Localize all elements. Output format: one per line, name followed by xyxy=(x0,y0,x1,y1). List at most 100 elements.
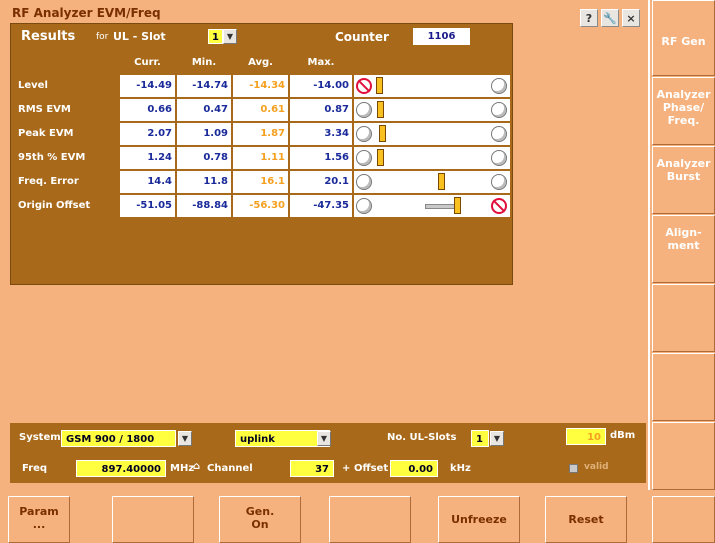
limit-ok-icon xyxy=(491,126,507,142)
results-header: Results for UL - Slot 1 ▼ Counter 1106 xyxy=(11,24,512,50)
value-cell-min: 1.09 xyxy=(177,123,231,145)
column-header: Min. xyxy=(177,53,231,73)
current-value-marker xyxy=(376,77,384,94)
sidebar-button-analyzer-burst[interactable]: Analyzer Burst xyxy=(652,146,715,214)
limit-ok-icon xyxy=(491,150,507,166)
gen-on-softkey[interactable]: Gen. On xyxy=(219,496,301,543)
chevron-down-icon[interactable]: ▼ xyxy=(317,431,331,446)
limit-ok-icon xyxy=(491,174,507,190)
value-cell-avg: 0.61 xyxy=(233,99,288,121)
current-value-marker xyxy=(437,173,445,190)
limit-ok-icon xyxy=(356,126,372,142)
softkey-empty-1[interactable] xyxy=(112,496,194,543)
channel-input[interactable]: 37 xyxy=(290,460,334,477)
limit-ok-icon xyxy=(491,78,507,94)
offset-input[interactable]: 0.00 xyxy=(390,460,438,477)
reset-softkey[interactable]: Reset xyxy=(545,496,627,543)
chevron-down-icon[interactable]: ▼ xyxy=(178,431,192,446)
value-cell-curr: 2.07 xyxy=(120,123,175,145)
close-icon[interactable]: × xyxy=(622,9,640,27)
tolerance-bar xyxy=(354,99,510,121)
value-cell-curr: -14.49 xyxy=(120,75,175,97)
softkey-empty-3[interactable] xyxy=(652,496,715,543)
ul-slots-label: No. UL-Slots xyxy=(387,432,457,443)
value-cell-avg: -56.30 xyxy=(233,195,288,217)
value-cell-max: -14.00 xyxy=(290,75,352,97)
lock-icon[interactable]: ⌂ xyxy=(193,461,200,472)
value-cell-max: -47.35 xyxy=(290,195,352,217)
limit-exceeded-icon xyxy=(491,198,507,214)
bottom-softkey-bar: Param ... Gen. On Unfreeze Reset xyxy=(0,493,715,543)
tolerance-bar xyxy=(354,75,510,97)
unfreeze-softkey[interactable]: Unfreeze xyxy=(438,496,520,543)
value-cell-max: 3.34 xyxy=(290,123,352,145)
tolerance-bar xyxy=(354,171,510,193)
value-cell-min: 11.8 xyxy=(177,171,231,193)
system-label: System xyxy=(19,432,61,443)
ul-slots-select[interactable]: 1 xyxy=(471,430,489,447)
min-max-range xyxy=(425,204,458,209)
freq-label: Freq xyxy=(22,463,48,474)
ul-slot-label: UL - Slot xyxy=(113,30,166,43)
ul-slot-value[interactable]: 1 xyxy=(208,29,223,44)
valid-label: valid xyxy=(584,462,609,472)
sidebar-button-empty[interactable] xyxy=(652,422,715,490)
freq-input[interactable]: 897.40000 xyxy=(76,460,166,477)
limit-ok-icon xyxy=(356,102,372,118)
link-select[interactable]: uplink xyxy=(235,430,330,447)
sidebar-button-rf-gen[interactable]: RF Gen xyxy=(652,0,715,76)
value-cell-max: 0.87 xyxy=(290,99,352,121)
chevron-down-icon[interactable]: ▼ xyxy=(223,29,237,44)
limit-ok-icon xyxy=(491,102,507,118)
current-value-marker xyxy=(377,101,385,118)
valid-indicator xyxy=(569,464,578,473)
value-cell-avg: 16.1 xyxy=(233,171,288,193)
level-input[interactable]: 10 xyxy=(566,428,606,445)
sidebar-button-empty[interactable] xyxy=(652,284,715,352)
value-cell-curr: -51.05 xyxy=(120,195,175,217)
row-label: Peak EVM xyxy=(14,123,118,145)
chevron-down-icon[interactable]: ▼ xyxy=(490,431,504,446)
value-cell-max: 20.1 xyxy=(290,171,352,193)
value-cell-curr: 14.4 xyxy=(120,171,175,193)
system-select[interactable]: GSM 900 / 1800 xyxy=(61,430,176,447)
window-controls: ? 🔧 × xyxy=(580,9,640,27)
row-label: Level xyxy=(14,75,118,97)
sidebar-button-empty[interactable] xyxy=(652,353,715,421)
wrench-icon[interactable]: 🔧 xyxy=(601,9,619,27)
value-cell-curr: 1.24 xyxy=(120,147,175,169)
settings-panel: System GSM 900 / 1800 ▼ uplink ▼ No. UL-… xyxy=(10,423,646,483)
offset-label: Offset xyxy=(354,463,389,474)
param-softkey[interactable]: Param ... xyxy=(8,496,70,543)
limit-exceeded-icon xyxy=(356,78,372,94)
value-cell-avg: -14.34 xyxy=(233,75,288,97)
counter-value: 1106 xyxy=(413,28,470,45)
sidebar-button-analyzer-phase-freq[interactable]: Analyzer Phase/ Freq. xyxy=(652,77,715,145)
level-unit: dBm xyxy=(610,430,636,441)
current-value-marker xyxy=(378,125,386,142)
counter-label: Counter xyxy=(335,30,389,44)
tolerance-bar xyxy=(354,195,510,217)
ul-slot-select[interactable]: 1 ▼ xyxy=(208,29,237,44)
tolerance-bar xyxy=(354,123,510,145)
tolerance-bar xyxy=(354,147,510,169)
value-cell-curr: 0.66 xyxy=(120,99,175,121)
freq-unit: MHz xyxy=(170,463,195,474)
row-label: Origin Offset xyxy=(14,195,118,217)
row-label: RMS EVM xyxy=(14,99,118,121)
row-label: Freq. Error xyxy=(14,171,118,193)
sidebar-button-align-ment[interactable]: Align- ment xyxy=(652,215,715,283)
column-header: Avg. xyxy=(233,53,288,73)
current-value-marker xyxy=(453,197,461,214)
help-icon[interactable]: ? xyxy=(580,9,598,27)
column-header: Curr. xyxy=(120,53,175,73)
value-cell-min: -88.84 xyxy=(177,195,231,217)
value-cell-avg: 1.87 xyxy=(233,123,288,145)
results-panel: Results for UL - Slot 1 ▼ Counter 1106 C… xyxy=(10,23,513,285)
softkey-empty-2[interactable] xyxy=(329,496,411,543)
row-label: 95th % EVM xyxy=(14,147,118,169)
current-value-marker xyxy=(377,149,385,166)
value-cell-avg: 1.11 xyxy=(233,147,288,169)
right-softkey-bar: RF Gen Analyzer Phase/ Freq. Analyzer Burs… xyxy=(652,0,715,490)
plus-sign: + xyxy=(342,463,351,474)
